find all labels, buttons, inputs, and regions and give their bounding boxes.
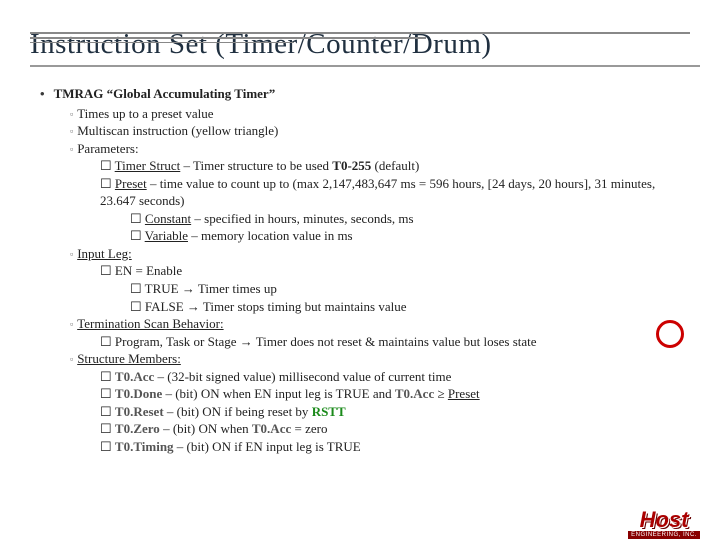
square-bullet-icon: ▫ [70, 144, 73, 154]
decorative-stripes [0, 28, 720, 48]
param-constant: ☐ Constant – specified in hours, minutes… [130, 210, 690, 228]
host-logo: Host ENGINEERING, INC. Do-more! [628, 507, 700, 540]
bullet-tmrag: • TMRAG “Global Accumulating Timer” [40, 85, 690, 103]
mem-done: ☐ T0.Done – (bit) ON when EN input leg i… [100, 385, 690, 403]
mem-reset: ☐ T0.Reset – (bit) ON if being reset by … [100, 403, 690, 421]
square-bullet-icon: ▫ [70, 109, 73, 119]
mem-acc: ☐ T0.Acc – (32-bit signed value) millise… [100, 368, 690, 386]
sub-parameters: ▫Parameters: [70, 140, 690, 158]
input-false: ☐ FALSE → Timer stops timing but maintai… [130, 298, 690, 316]
sub-times-up: ▫Times up to a preset value [70, 105, 690, 123]
square-bullet-icon: ▫ [70, 354, 73, 364]
sub-input-leg: ▫Input Leg: [70, 245, 690, 263]
input-en: ☐ EN = Enable [100, 262, 690, 280]
param-timer-struct: ☐ Timer Struct – Timer structure to be u… [100, 157, 690, 175]
bullet-dot-icon: • [40, 86, 45, 101]
logo-host-text: Host [628, 507, 700, 533]
title-rule [30, 65, 700, 67]
sub-structure-members: ▫Structure Members: [70, 350, 690, 368]
bullet-tmrag-label: TMRAG “Global Accumulating Timer” [54, 86, 276, 101]
param-preset: ☐ Preset – time value to count up to (ma… [100, 175, 690, 210]
square-bullet-icon: ▫ [70, 126, 73, 136]
content: • TMRAG “Global Accumulating Timer” ▫Tim… [40, 85, 690, 455]
highlight-circle-icon [656, 320, 684, 348]
logo-engineering-text: ENGINEERING, INC. [628, 531, 700, 539]
input-true: ☐ TRUE → Timer times up [130, 280, 690, 298]
sub-multiscan: ▫Multiscan instruction (yellow triangle) [70, 122, 690, 140]
sub-termination: ▫Termination Scan Behavior: [70, 315, 690, 333]
square-bullet-icon: ▫ [70, 319, 73, 329]
mem-zero: ☐ T0.Zero – (bit) ON when T0.Acc = zero [100, 420, 690, 438]
square-bullet-icon: ▫ [70, 249, 73, 259]
term-program: ☐ Program, Task or Stage → Timer does no… [100, 333, 690, 351]
mem-timing: ☐ T0.Timing – (bit) ON if EN input leg i… [100, 438, 690, 456]
param-variable: ☐ Variable – memory location value in ms [130, 227, 690, 245]
